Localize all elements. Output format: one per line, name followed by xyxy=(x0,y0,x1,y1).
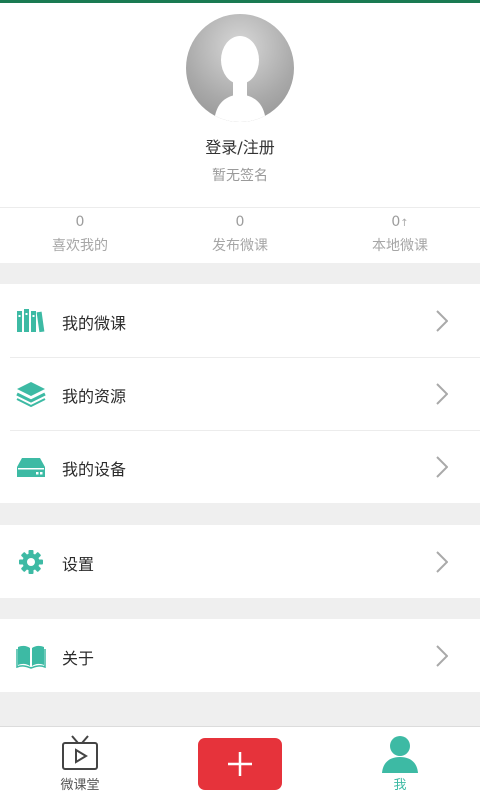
menu-label: 我的设备 xyxy=(62,460,127,479)
chevron-right-icon xyxy=(436,645,448,667)
profile-header: 登录/注册 暂无签名 xyxy=(0,3,480,207)
tab-me[interactable]: 我 xyxy=(360,727,440,793)
stat-count: 0 xyxy=(75,214,85,230)
stat-count: 0 xyxy=(391,214,401,230)
menu-item-my-devices[interactable]: 我的设备 xyxy=(0,430,480,503)
layers-icon xyxy=(16,382,46,407)
stat-count: 0 xyxy=(235,214,245,230)
screen: 登录/注册 暂无签名 0 喜欢我的 0 发布微课 0↑ 本地微课 我的微课 我的… xyxy=(0,0,480,800)
signature-text: 暂无签名 xyxy=(212,168,268,184)
stat-label: 发布微课 xyxy=(212,238,268,254)
tab-label: 微课堂 xyxy=(60,778,100,793)
login-register-link[interactable]: 登录/注册 xyxy=(0,134,480,158)
default-avatar-icon xyxy=(214,36,266,122)
stat-local-courses[interactable]: 0↑ 本地微课 xyxy=(320,208,480,263)
books-icon xyxy=(17,309,45,333)
stat-label: 喜欢我的 xyxy=(52,238,108,254)
stat-label: 本地微课 xyxy=(372,238,428,254)
bottom-tab-bar: 微课堂 我 xyxy=(0,726,480,800)
menu-item-my-resources[interactable]: 我的资源 xyxy=(0,357,480,430)
chevron-right-icon xyxy=(436,551,448,573)
stats-bar: 0 喜欢我的 0 发布微课 0↑ 本地微课 xyxy=(0,207,480,263)
upload-arrow-icon: ↑ xyxy=(400,218,409,229)
user-icon xyxy=(382,736,418,773)
avatar[interactable] xyxy=(186,14,294,122)
menu-group-main: 我的微课 我的资源 我的设备 xyxy=(0,284,480,503)
tv-play-icon xyxy=(62,735,98,770)
chevron-right-icon xyxy=(436,456,448,478)
stat-count-wrap: 0↑ xyxy=(320,214,480,232)
menu-label: 我的微课 xyxy=(62,314,127,333)
tab-classroom[interactable]: 微课堂 xyxy=(40,727,120,793)
menu-label: 关于 xyxy=(62,649,95,668)
plus-icon xyxy=(228,752,252,776)
device-drive-icon xyxy=(17,458,45,477)
menu-group-about: 关于 xyxy=(0,619,480,692)
stat-liked-me[interactable]: 0 喜欢我的 xyxy=(0,208,160,263)
menu-item-my-courses[interactable]: 我的微课 xyxy=(0,284,480,357)
chevron-right-icon xyxy=(436,310,448,332)
menu-label: 我的资源 xyxy=(62,387,127,406)
menu-item-about[interactable]: 关于 xyxy=(0,619,480,692)
menu-item-settings[interactable]: 设置 xyxy=(0,525,480,598)
add-course-button[interactable] xyxy=(198,738,282,790)
stat-published-courses[interactable]: 0 发布微课 xyxy=(160,208,320,263)
tab-label: 我 xyxy=(393,778,407,793)
open-book-icon xyxy=(16,645,46,669)
chevron-right-icon xyxy=(436,383,448,405)
gear-icon xyxy=(19,550,43,574)
menu-group-settings: 设置 xyxy=(0,525,480,598)
menu-label: 设置 xyxy=(62,555,95,574)
